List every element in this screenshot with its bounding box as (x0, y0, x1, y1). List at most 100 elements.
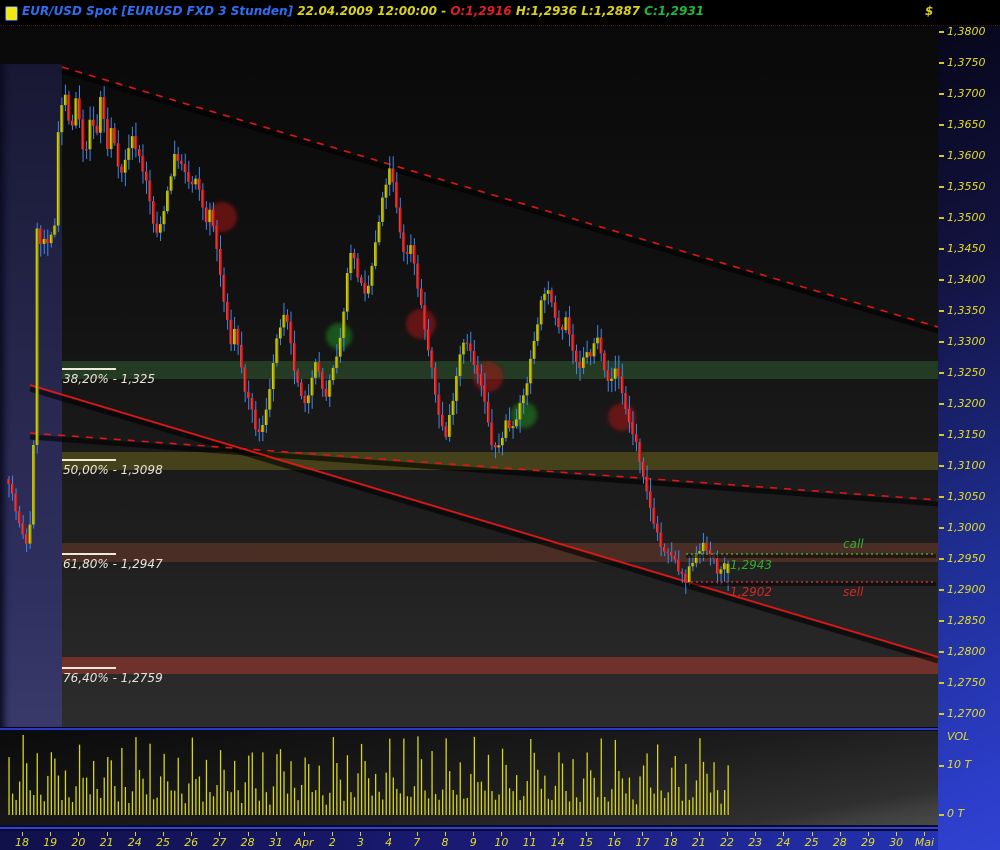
candle-body[interactable] (106, 119, 109, 149)
candle-body[interactable] (593, 343, 596, 356)
candle-body[interactable] (286, 315, 289, 322)
candle-body[interactable] (113, 128, 116, 143)
candle-body[interactable] (716, 559, 719, 574)
candle-body[interactable] (265, 410, 268, 425)
candle-body[interactable] (149, 180, 152, 201)
candle-body[interactable] (572, 334, 575, 350)
candle-body[interactable] (413, 245, 416, 263)
candle-body[interactable] (74, 98, 77, 125)
candle-body[interactable] (448, 415, 451, 437)
candle-body[interactable] (554, 303, 557, 318)
candle-body[interactable] (624, 393, 627, 409)
candle-body[interactable] (11, 484, 14, 494)
candle-body[interactable] (508, 420, 511, 428)
candle-body[interactable] (261, 425, 264, 432)
candle-body[interactable] (349, 253, 352, 273)
candle-body[interactable] (29, 525, 32, 544)
candle-body[interactable] (275, 338, 278, 363)
candle-body[interactable] (378, 222, 381, 242)
candle-body[interactable] (127, 148, 130, 160)
candle-body[interactable] (416, 264, 419, 289)
candle-body[interactable] (381, 198, 384, 222)
candle-body[interactable] (8, 479, 11, 484)
candle-body[interactable] (258, 429, 261, 432)
candle-body[interactable] (497, 445, 500, 447)
candle-body[interactable] (233, 329, 236, 344)
candle-body[interactable] (561, 327, 564, 330)
candle-body[interactable] (57, 132, 60, 225)
candle-body[interactable] (293, 343, 296, 371)
candle-body[interactable] (480, 374, 483, 385)
candle-body[interactable] (674, 556, 677, 560)
candle-body[interactable] (610, 379, 613, 381)
candle-body[interactable] (543, 294, 546, 300)
candle-body[interactable] (533, 341, 536, 359)
candle-body[interactable] (642, 462, 645, 477)
candle-body[interactable] (600, 338, 603, 354)
candle-body[interactable] (282, 315, 285, 328)
candle-body[interactable] (67, 95, 70, 121)
candle-body[interactable] (272, 363, 275, 389)
candle-body[interactable] (215, 226, 218, 249)
candle-body[interactable] (71, 121, 74, 126)
candle-body[interactable] (399, 208, 402, 233)
candle-body[interactable] (631, 422, 634, 434)
candle-body[interactable] (557, 318, 560, 327)
candle-body[interactable] (519, 403, 522, 419)
candle-body[interactable] (170, 176, 173, 190)
candle-body[interactable] (667, 552, 670, 553)
candle-body[interactable] (82, 119, 85, 149)
candle-body[interactable] (60, 105, 63, 132)
candle-body[interactable] (141, 156, 144, 172)
candle-body[interactable] (247, 392, 250, 398)
candle-body[interactable] (325, 389, 328, 397)
candle-body[interactable] (466, 343, 469, 344)
candle-body[interactable] (46, 239, 49, 243)
candle-body[interactable] (166, 191, 169, 211)
candle-body[interactable] (163, 211, 166, 224)
candle-body[interactable] (455, 376, 458, 401)
candle-body[interactable] (409, 245, 412, 254)
candle-body[interactable] (32, 445, 35, 525)
candle-body[interactable] (367, 286, 370, 294)
candle-body[interactable] (251, 398, 254, 409)
fib-level-line[interactable] (62, 459, 116, 461)
candle-body[interactable] (328, 380, 331, 396)
candle-body[interactable] (646, 477, 649, 492)
candle-body[interactable] (120, 167, 123, 173)
candle-body[interactable] (607, 370, 610, 381)
candle-body[interactable] (663, 547, 666, 551)
candle-body[interactable] (617, 369, 620, 377)
candle-body[interactable] (691, 563, 694, 566)
candle-body[interactable] (92, 120, 95, 126)
candle-body[interactable] (156, 224, 159, 233)
candle-body[interactable] (184, 164, 187, 172)
candle-body[interactable] (529, 359, 532, 384)
candle-body[interactable] (117, 143, 120, 166)
candle-body[interactable] (85, 149, 88, 150)
candle-body[interactable] (318, 362, 321, 372)
candle-body[interactable] (462, 343, 465, 355)
candle-body[interactable] (427, 329, 430, 350)
candle-body[interactable] (501, 438, 504, 445)
candle-body[interactable] (670, 552, 673, 556)
candle-body[interactable] (589, 352, 592, 356)
candle-body[interactable] (103, 97, 106, 119)
candle-body[interactable] (483, 385, 486, 401)
candle-body[interactable] (297, 371, 300, 383)
candle-body[interactable] (653, 508, 656, 524)
candle-body[interactable] (490, 423, 493, 446)
candle-body[interactable] (346, 273, 349, 312)
candle-body[interactable] (15, 494, 18, 512)
candle-body[interactable] (356, 258, 359, 277)
candle-body[interactable] (223, 275, 226, 302)
candle-body[interactable] (226, 302, 229, 320)
candle-body[interactable] (311, 378, 314, 396)
candle-body[interactable] (688, 566, 691, 582)
candle-body[interactable] (705, 543, 708, 551)
candle-body[interactable] (723, 563, 726, 569)
candle-body[interactable] (452, 401, 455, 415)
trendline-upper-resistance-dashed[interactable] (62, 67, 938, 327)
candle-body[interactable] (392, 168, 395, 182)
candle-body[interactable] (300, 383, 303, 396)
